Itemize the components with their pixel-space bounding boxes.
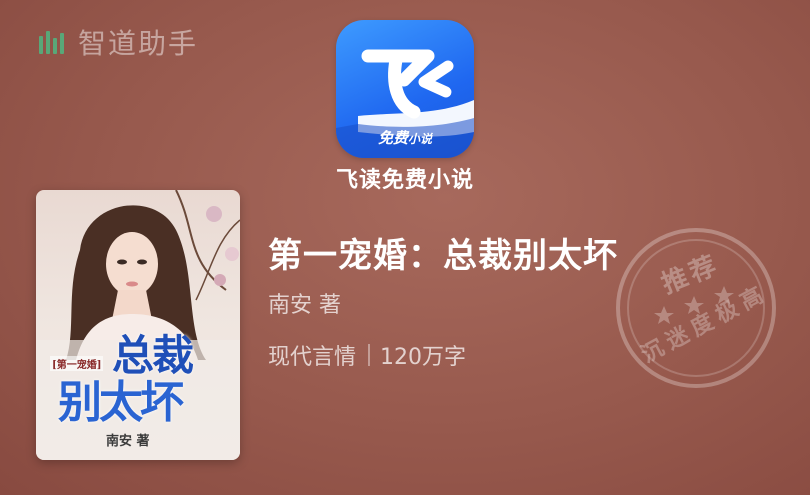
book-word-count: 120万字 <box>380 345 467 370</box>
book-cover[interactable]: [第一宠婚] 总裁 别太坏 南安 著 <box>36 190 240 460</box>
meta-divider <box>368 344 371 366</box>
book-author: 南安 著 <box>268 293 341 318</box>
recommend-stamp: 推荐 沉迷度极高 <box>612 224 780 392</box>
app-tile[interactable]: 免费小说 飞读免费小说 <box>335 20 475 194</box>
watermark-brand: 智道助手 <box>38 22 198 62</box>
cover-author: 南安 著 <box>106 434 150 449</box>
cover-title-line1: 总裁 <box>112 331 194 380</box>
book-genre: 现代言情 <box>268 345 357 370</box>
book-title: 第一宠婚：总裁别太坏 <box>268 236 618 276</box>
cover-series-tag: [第一宠婚] <box>50 356 104 371</box>
app-badge: 免费小说 <box>377 129 433 147</box>
book-meta: 现代言情 120万字 <box>268 339 466 371</box>
cover-title-line2: 别太坏 <box>58 377 184 428</box>
watermark-brand-text: 智道助手 <box>78 27 199 60</box>
feidu-app-icon[interactable]: 免费小说 <box>336 20 474 158</box>
bars-logo-icon <box>39 31 64 54</box>
app-name: 飞读免费小说 <box>335 168 474 193</box>
